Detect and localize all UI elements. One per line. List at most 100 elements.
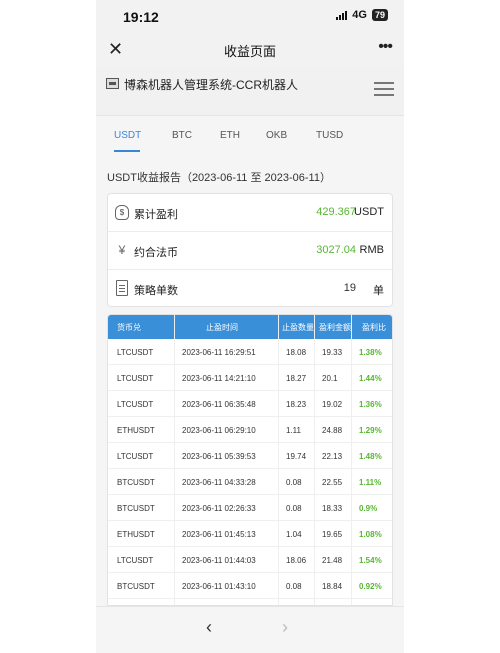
table-cell: 1.08%	[359, 530, 382, 539]
table-cell: LTCUSDT	[117, 400, 154, 409]
table-cell: 2023-06-11 14:21:10	[182, 374, 256, 383]
table-cell: 1.11	[286, 426, 301, 435]
status-indicators: 4G 79	[336, 9, 388, 21]
app-logo-icon	[106, 78, 119, 89]
summary-value: 3027.04	[316, 244, 356, 256]
table-cell: 18.06	[286, 556, 307, 565]
main-content: 博森机器人管理系统-CCR机器人 USDT BTC ETH OKB TUSD U…	[96, 66, 404, 606]
table-cell: 24.88	[322, 426, 343, 435]
column-divider	[351, 315, 352, 605]
table-cell: LTCUSDT	[117, 348, 154, 357]
summary-row-total-profit: $ 累计盈利 429.367 USDT	[108, 194, 394, 232]
nav-bar: ✕ 收益页面 •••	[96, 32, 404, 66]
table-cell: 1.04	[286, 530, 302, 539]
table-cell: 1.29%	[359, 426, 382, 435]
summary-unit: RMB	[359, 244, 384, 256]
summary-label: 约合法币	[134, 247, 178, 259]
tab-okb[interactable]: OKB	[266, 130, 287, 141]
table-cell: 22.55	[322, 478, 343, 487]
table-cell: 18.33	[322, 504, 343, 513]
column-header: 止盈时间	[206, 323, 238, 332]
table-cell: ETHUSDT	[117, 530, 155, 539]
currency-tabs: USDT BTC ETH OKB TUSD	[96, 123, 404, 153]
table-cell: 20.1	[322, 374, 338, 383]
money-bag-icon: $	[114, 203, 130, 221]
table-cell: 18.08	[286, 348, 307, 357]
more-icon[interactable]: •••	[378, 38, 393, 56]
profit-table: 货币兑 止盈时间 止盈数量 盈利金额 盈利比 LTCUSDT 2023-06-11…	[107, 314, 393, 606]
table-cell: 1.36%	[359, 400, 382, 409]
summary-unit: USDT	[354, 206, 384, 218]
table-cell: 21.48	[322, 556, 343, 565]
table-cell: BTCUSDT	[117, 582, 155, 591]
app-header: 博森机器人管理系统-CCR机器人	[96, 66, 404, 116]
yen-icon: ¥	[118, 243, 126, 257]
table-cell: 0.92%	[359, 582, 382, 591]
column-header: 止盈数量	[282, 323, 314, 332]
app-name: 博森机器人管理系统-CCR机器人	[124, 78, 298, 92]
table-cell: 18.84	[322, 582, 343, 591]
column-header: 货币兑	[117, 323, 141, 332]
tab-eth[interactable]: ETH	[220, 130, 240, 141]
page-title: 收益页面	[223, 44, 276, 59]
table-cell: 1.54%	[359, 556, 382, 565]
table-cell: BTCUSDT	[117, 478, 155, 487]
table-cell: 0.08	[286, 478, 302, 487]
summary-value: 429.367	[316, 206, 356, 218]
summary-unit: 单	[373, 285, 384, 297]
table-cell: 2023-06-11 04:33:28	[182, 478, 256, 487]
table-cell: LTCUSDT	[117, 556, 154, 565]
summary-row-order-count: 策略单数 19 单	[108, 270, 394, 308]
table-cell: 0.08	[286, 504, 302, 513]
column-header: 盈利比	[362, 323, 386, 332]
table-cell: 18.27	[286, 374, 307, 383]
battery-icon: 79	[371, 9, 388, 21]
table-cell: 1.48%	[359, 452, 382, 461]
tab-tusd[interactable]: TUSD	[316, 130, 343, 141]
table-cell: 0.08	[286, 582, 302, 591]
table-cell: 0.9%	[359, 504, 378, 513]
table-cell: 19.74	[286, 452, 307, 461]
phone-screen: 19:12 4G 79 ✕ 收益页面 ••• 博森机器人管理系统-CCR机器人 …	[96, 0, 404, 653]
column-divider	[174, 315, 175, 605]
summary-label: 累计盈利	[134, 209, 178, 221]
tab-btc[interactable]: BTC	[172, 130, 192, 141]
report-title: USDT收益报告（2023-06-11 至 2023-06-11）	[107, 172, 331, 184]
table-cell: 2023-06-11 05:39:53	[182, 452, 256, 461]
status-bar: 19:12 4G 79	[96, 0, 404, 32]
forward-arrow-icon[interactable]: ›	[282, 617, 288, 638]
table-cell: 2023-06-11 01:43:10	[182, 582, 256, 591]
table-cell: LTCUSDT	[117, 452, 154, 461]
column-header: 盈利金额	[319, 323, 351, 332]
network-type: 4G	[352, 9, 367, 21]
table-cell: 19.65	[322, 530, 343, 539]
summary-value: 19	[343, 282, 356, 294]
table-cell: 1.11%	[359, 478, 382, 487]
summary-label: 策略单数	[134, 285, 178, 297]
table-cell: 18.23	[286, 400, 307, 409]
column-divider	[314, 315, 315, 605]
table-cell: 2023-06-11 06:35:48	[182, 400, 256, 409]
browser-bottom-bar: ‹ ›	[96, 606, 404, 653]
table-cell: 2023-06-11 02:26:33	[182, 504, 256, 513]
table-cell: 2023-06-11 16:29:51	[182, 348, 256, 357]
menu-icon[interactable]	[374, 82, 394, 100]
table-cell: 2023-06-11 01:44:03	[182, 556, 256, 565]
table-cell: 2023-06-11 01:45:13	[182, 530, 256, 539]
tab-usdt[interactable]: USDT	[114, 130, 141, 141]
table-cell: ETHUSDT	[117, 426, 155, 435]
status-time: 19:12	[123, 9, 159, 25]
table-cell: 19.02	[322, 400, 343, 409]
table-cell: 2023-06-11 06:29:10	[182, 426, 256, 435]
table-cell: 1.38%	[359, 348, 382, 357]
table-cell: 19.33	[322, 348, 343, 357]
back-arrow-icon[interactable]: ‹	[206, 617, 212, 638]
table-cell: LTCUSDT	[117, 374, 154, 383]
table-cell: BTCUSDT	[117, 504, 155, 513]
signal-icon	[336, 10, 348, 20]
column-divider	[278, 315, 279, 605]
summary-row-fiat: ¥ 约合法币 3027.04 RMB	[108, 232, 394, 270]
table-cell: 22.13	[322, 452, 343, 461]
active-tab-indicator	[114, 150, 140, 152]
document-icon	[114, 279, 130, 297]
